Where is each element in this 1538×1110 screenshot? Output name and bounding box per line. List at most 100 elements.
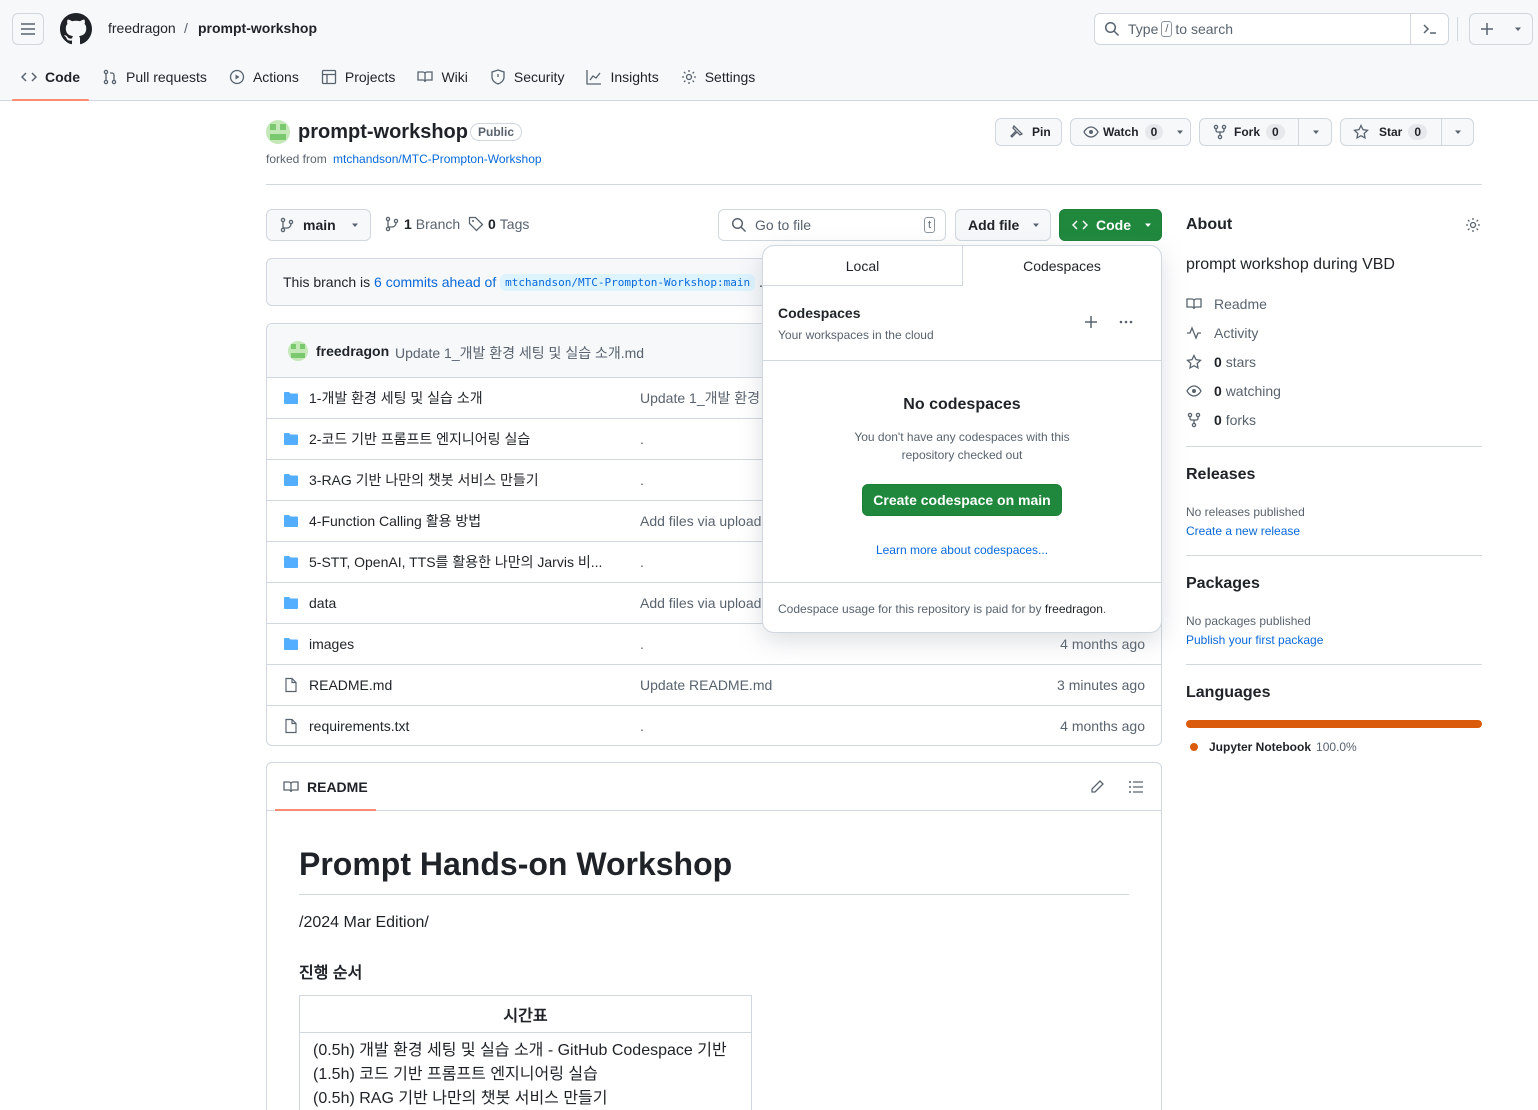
readme-tab-label: README [307, 779, 368, 795]
branches-link[interactable]: 1 Branch [384, 216, 460, 232]
file-name[interactable]: requirements.txt [309, 718, 409, 734]
file-commit-message[interactable]: Add files via upload [640, 595, 761, 611]
file-commit-message[interactable]: . [640, 718, 644, 734]
file-commit-message[interactable]: . [640, 554, 644, 570]
file-name[interactable]: 2-코드 기반 프롬프트 엔지니어링 실습 [309, 429, 530, 449]
pencil-icon[interactable] [1089, 779, 1105, 795]
repo-link[interactable]: prompt-workshop [198, 20, 317, 36]
folder-icon [283, 431, 299, 447]
tab-security[interactable]: Security [481, 60, 574, 94]
file-name[interactable]: 3-RAG 기반 나만의 챗봇 서비스 만들기 [309, 470, 539, 490]
create-release-link[interactable]: Create a new release [1186, 524, 1300, 538]
file-row[interactable]: README.md Update README.md 3 minutes ago [267, 664, 1161, 705]
releases-heading[interactable]: Releases [1186, 466, 1255, 484]
branch-select[interactable]: main [266, 209, 371, 241]
folder-icon [283, 513, 299, 529]
commit-author[interactable]: freedragon [316, 343, 389, 359]
codespaces-title: Codespaces [778, 305, 861, 321]
book-icon [1186, 298, 1202, 310]
tab-projects[interactable]: Projects [312, 60, 405, 94]
code-button[interactable]: Code [1059, 209, 1162, 241]
packages-heading[interactable]: Packages [1186, 575, 1260, 593]
watchers-link[interactable]: 0 watching [1186, 383, 1281, 399]
sidebar-divider [1186, 446, 1482, 447]
repo-forked-icon [1213, 124, 1227, 140]
activity-link[interactable]: Activity [1186, 325, 1258, 341]
create-codespace-button[interactable]: Create codespace on main [862, 484, 1062, 516]
add-file-label: Add file [968, 217, 1020, 233]
watch-button[interactable]: Watch 0 [1070, 118, 1191, 146]
file-commit-message[interactable]: . [640, 636, 644, 652]
tab-actions[interactable]: Actions [220, 60, 308, 94]
tags-link[interactable]: 0 Tags [468, 216, 529, 232]
owner-link[interactable]: freedragon [108, 20, 176, 36]
file-name[interactable]: images [309, 636, 354, 652]
create-new-button[interactable] [1469, 13, 1533, 45]
tab-code[interactable]: Code [12, 60, 89, 101]
tab-wiki[interactable]: Wiki [408, 60, 476, 94]
tab-settings[interactable]: Settings [672, 60, 765, 94]
publish-package-link[interactable]: Publish your first package [1186, 633, 1323, 647]
menu-button[interactable] [12, 13, 44, 45]
tab-local[interactable]: Local [763, 246, 963, 286]
codespace-billing-note: Codespace usage for this repository is p… [778, 602, 1106, 616]
forked-from-link[interactable]: mtchandson/MTC-Prompton-Workshop [333, 152, 542, 166]
fork-button[interactable]: Fork 0 [1199, 118, 1332, 146]
file-name[interactable]: 4-Function Calling 활용 방법 [309, 511, 481, 531]
languages-heading: Languages [1186, 684, 1271, 701]
star-count: 0 [1408, 124, 1428, 140]
eye-icon [1083, 126, 1099, 138]
go-to-file-input[interactable]: Go to file t [718, 209, 946, 241]
about-heading: About [1186, 216, 1233, 233]
file-name[interactable]: README.md [309, 677, 392, 693]
create-codespace-label: Create codespace on main [873, 492, 1051, 508]
tab-insights[interactable]: Insights [577, 60, 667, 94]
file-commit-message[interactable]: Add files via upload [640, 513, 761, 529]
billing-suffix: . [1102, 602, 1107, 616]
search-input[interactable]: Type / to search [1094, 13, 1449, 45]
file-commit-message[interactable]: . [640, 472, 644, 488]
forks-link[interactable]: 0 forks [1186, 412, 1256, 428]
file-name[interactable]: data [309, 595, 336, 611]
file-commit-message[interactable]: . [640, 431, 644, 447]
forks-label: forks [1225, 412, 1257, 428]
code-label: Code [1096, 217, 1131, 233]
branches-count: 1 [404, 216, 412, 232]
commits-ahead-link[interactable]: 6 commits ahead of [374, 274, 496, 290]
commit-message[interactable]: Update 1_개발 환경 세팅 및 실습 소개.md [395, 343, 644, 363]
watch-count: 0 [1144, 124, 1164, 140]
file-name[interactable]: 5-STT, OpenAI, TTS를 활용한 나만의 Jarvis 비... [309, 552, 602, 572]
list-unordered-icon[interactable] [1128, 779, 1144, 795]
schedule-table: 시간표 (0.5h) 개발 환경 세팅 및 실습 소개 - GitHub Cod… [299, 995, 752, 1110]
watching-label: watching [1225, 383, 1281, 399]
plus-icon[interactable] [1083, 314, 1099, 330]
tab-pull-requests[interactable]: Pull requests [93, 60, 216, 94]
billing-user: freedragon [1044, 602, 1103, 616]
command-palette-button[interactable] [1410, 14, 1448, 44]
tab-codespaces[interactable]: Codespaces [963, 246, 1161, 286]
kebab-horizontal-icon[interactable] [1118, 314, 1134, 330]
schedule-row: (1.5h) 코드 기반 프롬프트 엔지니어링 실습 [313, 1066, 598, 1083]
pin-button[interactable]: Pin [995, 118, 1062, 146]
file-commit-message[interactable]: Update README.md [640, 677, 772, 693]
star-button[interactable]: Star 0 [1340, 118, 1474, 146]
terminal-icon [1422, 24, 1436, 34]
tab-label: Wiki [441, 69, 468, 85]
file-row[interactable]: requirements.txt. 4 months ago [267, 705, 1161, 745]
readme-link[interactable]: Readme [1186, 296, 1267, 312]
file-name[interactable]: 1-개발 환경 세팅 및 실습 소개 [309, 388, 483, 408]
github-logo-icon[interactable] [60, 13, 92, 45]
file-commit-message[interactable]: Update 1_개발 환경 [640, 388, 760, 408]
add-file-button[interactable]: Add file [955, 209, 1051, 241]
stars-link[interactable]: 0 stars [1186, 354, 1256, 370]
branches-label: Branch [415, 216, 461, 232]
language-item[interactable]: Jupyter Notebook 100.0% [1190, 740, 1357, 754]
upstream-ref[interactable]: mtchandson/MTC-Prompton-Workshop:main [500, 273, 756, 291]
gear-icon[interactable] [1465, 217, 1481, 233]
readme-tab[interactable]: README [275, 763, 376, 811]
learn-more-link[interactable]: Learn more about codespaces... [763, 543, 1161, 557]
no-codespaces-text: You don't have any codespaces with this … [763, 428, 1161, 464]
folder-icon [283, 390, 299, 406]
repo-nav: Code Pull requests Actions Projects Wiki… [12, 60, 768, 101]
repo-title[interactable]: prompt-workshop [298, 121, 468, 144]
